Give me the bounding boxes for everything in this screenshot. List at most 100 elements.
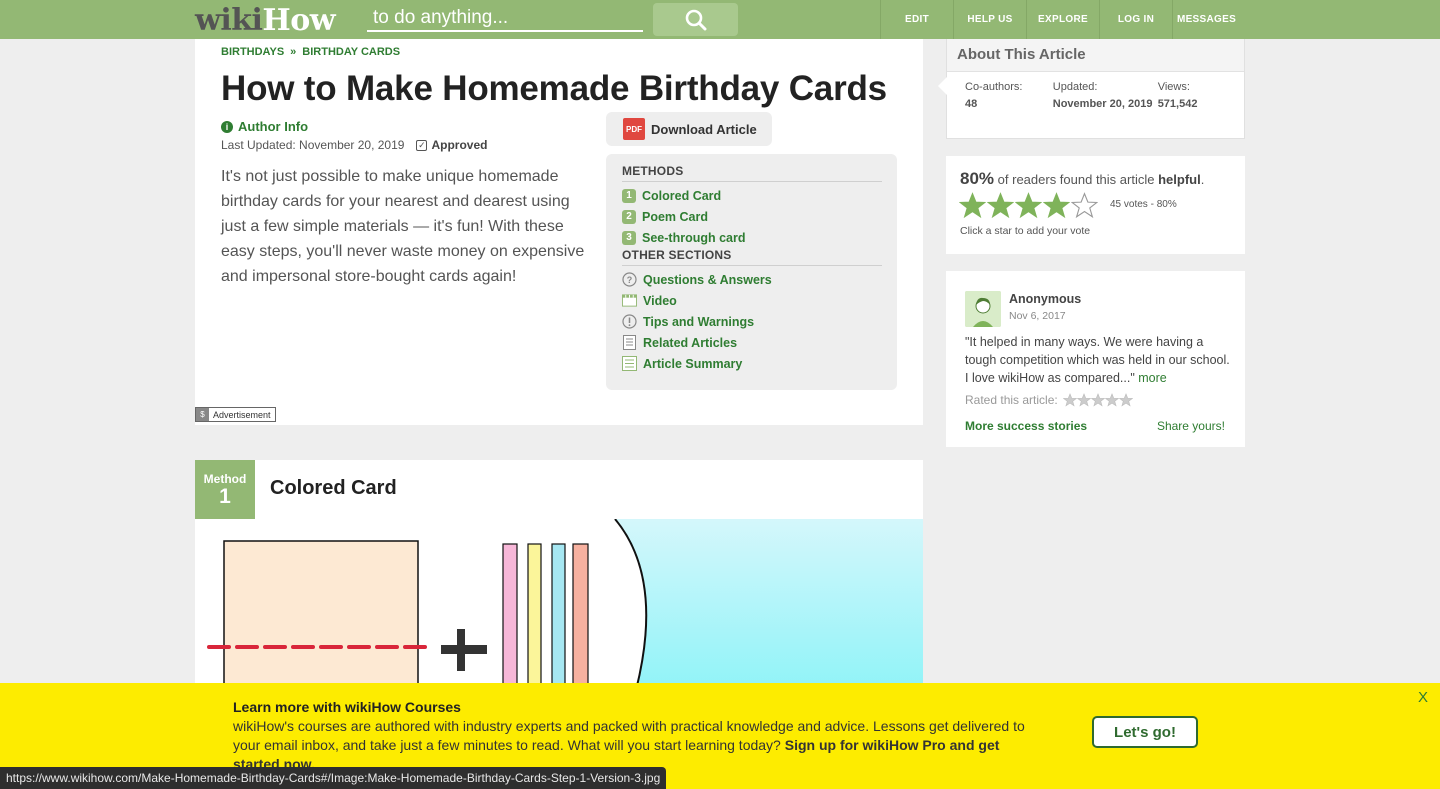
advertisement-text: Advertisement [213,409,271,420]
more-success-stories-link[interactable]: More success stories [965,419,1087,433]
rated-row: Rated this article: [965,393,1133,407]
summary-icon [622,356,637,371]
updated-value: November 20, 2019 [1052,98,1153,110]
nav-edit[interactable]: EDIT [880,0,953,39]
coauthors-label: Co-authors: [965,81,1023,93]
star-icon[interactable] [1071,192,1098,219]
toc-other-heading: OTHER SECTIONS [622,248,882,266]
about-pointer [938,77,947,95]
about-stats: Co-authors: 48 Updated: November 20, 201… [965,81,1234,113]
lets-go-button[interactable]: Let's go! [1092,716,1198,748]
vote-stars[interactable] [959,192,1098,219]
svg-text:?: ? [627,275,633,285]
method-label: Method [203,472,247,486]
toc-other-label: Tips and Warnings [643,314,755,329]
views-value: 571,542 [1157,98,1198,110]
article-intro: It's not just possible to make unique ho… [221,168,585,285]
helpful-bold: helpful [1158,172,1201,187]
rated-label: Rated this article: [965,393,1058,407]
star-icon [1076,393,1091,407]
nav-log-in[interactable]: LOG IN [1099,0,1172,39]
review-text: "It helped in many ways. We were having … [965,333,1235,387]
toc-other-label: Article Summary [643,356,743,371]
search-icon [685,9,706,30]
star-icon[interactable] [1015,192,1042,219]
toc-other-label: Video [643,293,677,308]
checkmark-icon: ✓ [416,139,428,151]
table-of-contents: METHODS 1 Colored Card 2 Poem Card 3 See… [606,154,897,390]
updated-stat: Updated: November 20, 2019 [1053,81,1158,113]
logo-how-text: How [262,3,336,38]
nav-help-us[interactable]: HELP US [953,0,1026,39]
download-article-button[interactable]: PDF Download Article [606,112,772,146]
banner-title: Learn more with wikiHow Courses [233,699,461,715]
success-story-card: Anonymous Nov 6, 2017 "It helped in many… [946,271,1245,447]
advertisement-label: $ Advertisement [195,407,276,422]
download-article-label: Download Article [651,121,757,137]
star-icon [1062,393,1077,407]
search-button[interactable] [653,3,738,36]
star-icon[interactable] [987,192,1014,219]
toc-methods-heading: METHODS [622,164,882,182]
toc-method-1[interactable]: 1 Colored Card [622,185,882,206]
reviewer-name: Anonymous [1009,292,1082,306]
toc-other-label: Related Articles [643,335,738,350]
helpful-rating-card: 80% of readers found this article helpfu… [946,156,1245,254]
about-title: About This Article [947,39,1244,72]
toc-other-label: Questions & Answers [643,272,772,287]
views-stat: Views: 571,542 [1158,81,1234,113]
wikihow-logo[interactable]: wikiHow [195,3,336,38]
vote-count: 45 votes - 80% [1110,199,1177,210]
avatar [965,291,1001,327]
video-icon [622,293,637,308]
status-bar-url: https://www.wikihow.com/Make-Homemade-Bi… [0,767,667,789]
method-number-badge: 1 [622,188,636,203]
toc-method-3[interactable]: 3 See-through card [622,227,882,248]
toc-article-summary[interactable]: Article Summary [622,353,882,374]
star-icon[interactable] [1043,192,1070,219]
author-info-link[interactable]: i Author Info [221,119,308,134]
toc-tips-warnings[interactable]: Tips and Warnings [622,311,882,332]
share-yours-link[interactable]: Share yours! [1157,419,1225,433]
toc-method-2[interactable]: 2 Poem Card [622,206,882,227]
review-quote: "It helped in many ways. We were having … [965,335,1230,385]
last-updated-row: Last Updated: November 20, 2019 ✓ Approv… [221,138,487,152]
approved-label: Approved [431,138,488,152]
author-info-label: Author Info [238,119,309,134]
top-navigation-bar: wikiHow EDIT HELP US EXPLORE LOG IN MESS… [0,0,1440,39]
method-title: Colored Card [270,477,397,499]
search-input[interactable] [367,6,643,32]
question-icon: ? [622,272,637,287]
toc-method-label: Colored Card [642,188,722,203]
method-number-badge: 3 [622,230,636,245]
toc-method-label: Poem Card [642,209,708,224]
banner-body: wikiHow's courses are authored with indu… [233,717,1033,774]
header-nav: EDIT HELP US EXPLORE LOG IN MESSAGES [880,0,1240,39]
breadcrumb-birthday-cards[interactable]: BIRTHDAY CARDS [302,46,400,58]
method-step-image[interactable] [195,519,923,689]
coauthors-value[interactable]: 48 [965,96,1053,113]
about-article-card: About This Article Co-authors: 48 Update… [938,39,1245,139]
toc-related-articles[interactable]: Related Articles [622,332,882,353]
review-date: Nov 6, 2017 [1009,310,1066,322]
dollar-icon: $ [196,408,209,421]
warning-icon [622,314,637,329]
pdf-icon: PDF [623,118,645,140]
breadcrumb-separator: » [290,46,297,58]
helpful-text: of readers found this article [997,172,1155,187]
helpful-period: . [1200,172,1205,187]
method-number-block: Method 1 [195,460,255,519]
review-more-link[interactable]: more [1138,371,1166,385]
toc-questions-answers[interactable]: ? Questions & Answers [622,269,882,290]
last-updated-text: Last Updated: November 20, 2019 [221,138,405,152]
logo-wiki-text: wiki [195,3,263,38]
article-intro-card: BIRTHDAYS » BIRTHDAY CARDS How to Make Hom… [195,39,923,425]
toc-video[interactable]: Video [622,290,882,311]
nav-explore[interactable]: EXPLORE [1026,0,1099,39]
toc-method-label: See-through card [642,230,746,245]
nav-messages[interactable]: MESSAGES [1172,0,1240,39]
star-icon[interactable] [959,192,986,219]
breadcrumb-birthdays[interactable]: BIRTHDAYS [221,46,284,58]
method-number-badge: 2 [622,209,636,224]
close-banner-button[interactable]: X [1418,689,1428,706]
